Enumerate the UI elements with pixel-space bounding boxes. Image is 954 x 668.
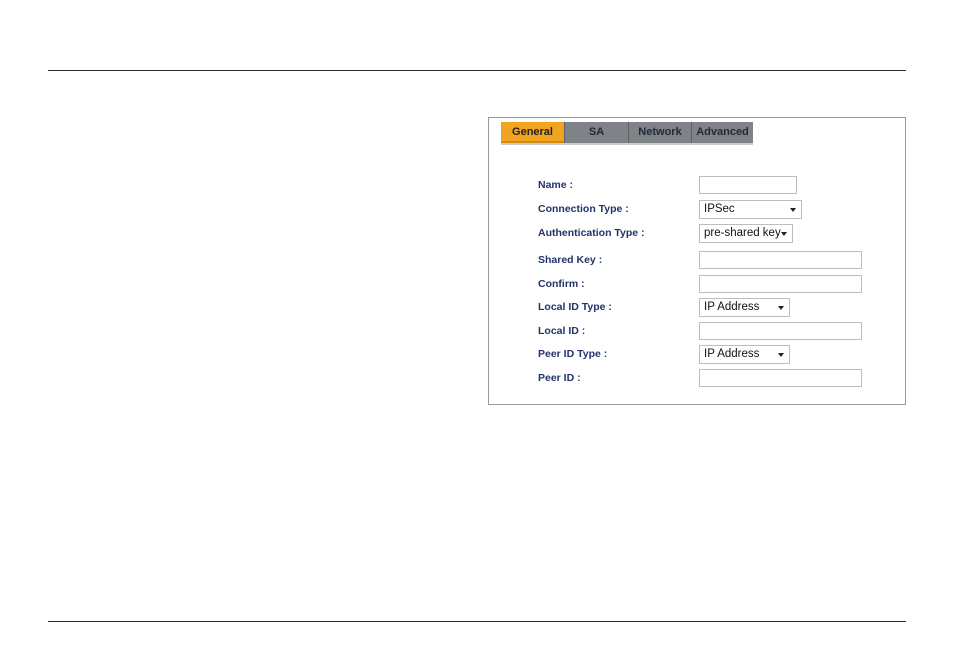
authentication-type-label: Authentication Type : (538, 227, 645, 239)
chevron-down-icon (778, 306, 784, 310)
shared-key-input[interactable] (699, 251, 862, 269)
peer-id-type-select[interactable]: IP Address (699, 345, 790, 364)
tab-bar: General SA Network Advanced (501, 122, 753, 143)
peer-id-type-label: Peer ID Type : (538, 348, 608, 360)
local-id-type-label: Local ID Type : (538, 301, 612, 313)
bottom-divider (48, 621, 906, 622)
connection-type-select[interactable]: IPSec (699, 200, 802, 219)
peer-id-input[interactable] (699, 369, 862, 387)
authentication-type-select[interactable]: pre-shared key (699, 224, 793, 243)
tab-network[interactable]: Network (628, 122, 691, 143)
connection-type-label: Connection Type : (538, 203, 629, 215)
local-id-type-value: IP Address (704, 301, 760, 313)
tab-general[interactable]: General (501, 122, 564, 143)
local-id-label: Local ID : (538, 325, 586, 337)
authentication-type-value: pre-shared key (704, 227, 781, 239)
chevron-down-icon (778, 353, 784, 357)
top-divider (48, 70, 906, 71)
peer-id-label: Peer ID : (538, 372, 581, 384)
tab-underline (501, 143, 753, 145)
vpn-settings-panel: General SA Network Advanced Name : Conne… (488, 117, 906, 405)
confirm-input[interactable] (699, 275, 862, 293)
local-id-type-select[interactable]: IP Address (699, 298, 790, 317)
tab-advanced[interactable]: Advanced (691, 122, 753, 143)
local-id-input[interactable] (699, 322, 862, 340)
peer-id-type-value: IP Address (704, 348, 760, 360)
confirm-label: Confirm : (538, 278, 585, 290)
name-label: Name : (538, 179, 574, 191)
name-input[interactable] (699, 176, 797, 194)
shared-key-label: Shared Key : (538, 254, 603, 266)
chevron-down-icon (790, 208, 796, 212)
tab-sa[interactable]: SA (564, 122, 628, 143)
connection-type-value: IPSec (704, 203, 735, 215)
chevron-down-icon (781, 232, 787, 236)
